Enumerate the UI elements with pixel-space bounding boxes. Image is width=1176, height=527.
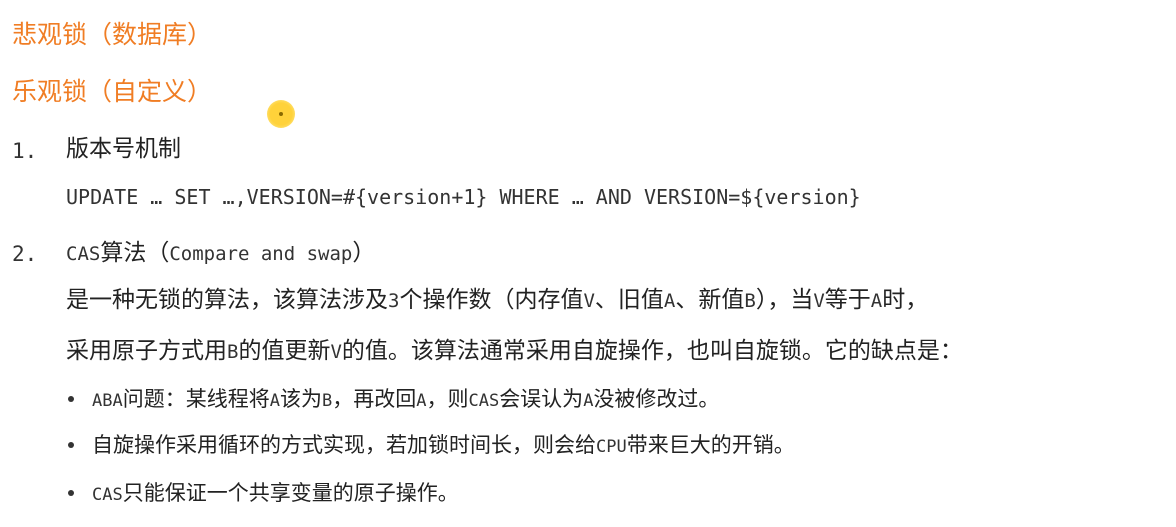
desc2-part: 的值。该算法通常采用自旋操作，也叫自旋锁。它的缺点是：: [341, 338, 963, 364]
bullet2-part: CPU: [596, 437, 627, 457]
item1-title: 版本号机制: [66, 136, 181, 162]
bullet-dot-icon: [68, 490, 74, 496]
item2-number: 2.: [12, 242, 38, 266]
bullet3-part: CAS: [92, 485, 123, 505]
desc2-part: 的值更新: [238, 338, 331, 364]
desc1-part: A: [663, 290, 676, 312]
bullet-aba-problem: ABA问题：某线程将A该为B，再改回A，则CAS会误认为A没被修改过。: [92, 385, 719, 415]
item2-title-algo: 算法（: [100, 240, 170, 266]
slide-page: 悲观锁（数据库） 乐观锁（自定义） 1. 版本号机制 UPDATE … SET …: [0, 0, 1176, 527]
bullet1-part: 会误认为: [499, 387, 584, 411]
desc2-part: B: [227, 341, 239, 363]
item2-title-cas: CAS: [66, 243, 101, 265]
bullet2-part: 自旋操作采用循环的方式实现，若加锁时间长，则会给: [92, 433, 596, 457]
desc1-part: 、新值: [675, 287, 745, 313]
bullet1-part: ，则: [426, 387, 469, 411]
bullet-dot-icon: [68, 396, 74, 402]
item2-description-line2: 采用原子方式用B的值更新V的值。该算法通常采用自旋操作，也叫自旋锁。它的缺点是：: [66, 336, 963, 367]
item2-title-english: Compare and swap: [169, 243, 353, 265]
bullet1-part: CAS: [468, 391, 500, 411]
desc2-part: 采用原子方式用: [66, 338, 227, 364]
desc1-part: 个操作数（内存值: [399, 287, 584, 313]
bullet1-part: A: [416, 391, 427, 411]
item1-number: 1.: [12, 139, 38, 163]
desc1-part: 3: [388, 290, 400, 312]
bullet1-part: ABA: [92, 391, 123, 411]
bullet-spin-overhead: 自旋操作采用循环的方式实现，若加锁时间长，则会给CPU带来巨大的开销。: [92, 431, 795, 461]
bullet3-part: 只能保证一个共享变量的原子操作。: [122, 481, 459, 505]
desc2-part: V: [330, 341, 342, 363]
bullet1-part: A: [583, 391, 594, 411]
desc1-part: B: [744, 290, 756, 312]
bullet2-part: 带来巨大的开销。: [626, 433, 795, 457]
bullet1-part: 没被修改过。: [593, 387, 720, 411]
bullet-dot-icon: [68, 442, 74, 448]
bullet1-part: B: [321, 391, 333, 411]
desc1-part: V: [813, 290, 825, 312]
item2-title-close: ）: [352, 240, 376, 266]
desc1-part: 等于: [824, 287, 871, 313]
bullet1-part: 该为: [279, 387, 322, 411]
heading-optimistic-lock: 乐观锁（自定义）: [12, 77, 213, 106]
desc1-part: A: [870, 290, 883, 312]
item2-description-line1: 是一种无锁的算法，该算法涉及3个操作数（内存值V、旧值A、新值B），当V等于A时…: [66, 285, 928, 316]
item1-sql-code: UPDATE … SET …,VERSION=#{version+1} WHER…: [66, 185, 861, 209]
desc1-part: 时，: [882, 287, 929, 313]
bullet1-part: ，再改回: [332, 387, 417, 411]
bullet1-part: 问题：某线程将: [122, 387, 270, 411]
desc1-part: 、旧值: [594, 287, 664, 313]
pointer-highlight-icon: [267, 100, 295, 128]
bullet1-part: A: [269, 391, 280, 411]
desc1-part: V: [583, 290, 595, 312]
item2-title: CAS算法（Compare and swap）: [66, 238, 375, 269]
bullet-single-variable: CAS只能保证一个共享变量的原子操作。: [92, 479, 459, 509]
desc1-part: 是一种无锁的算法，该算法涉及: [66, 287, 388, 313]
heading-pessimistic-lock: 悲观锁（数据库）: [12, 20, 213, 49]
desc1-part: ），当: [755, 287, 814, 313]
